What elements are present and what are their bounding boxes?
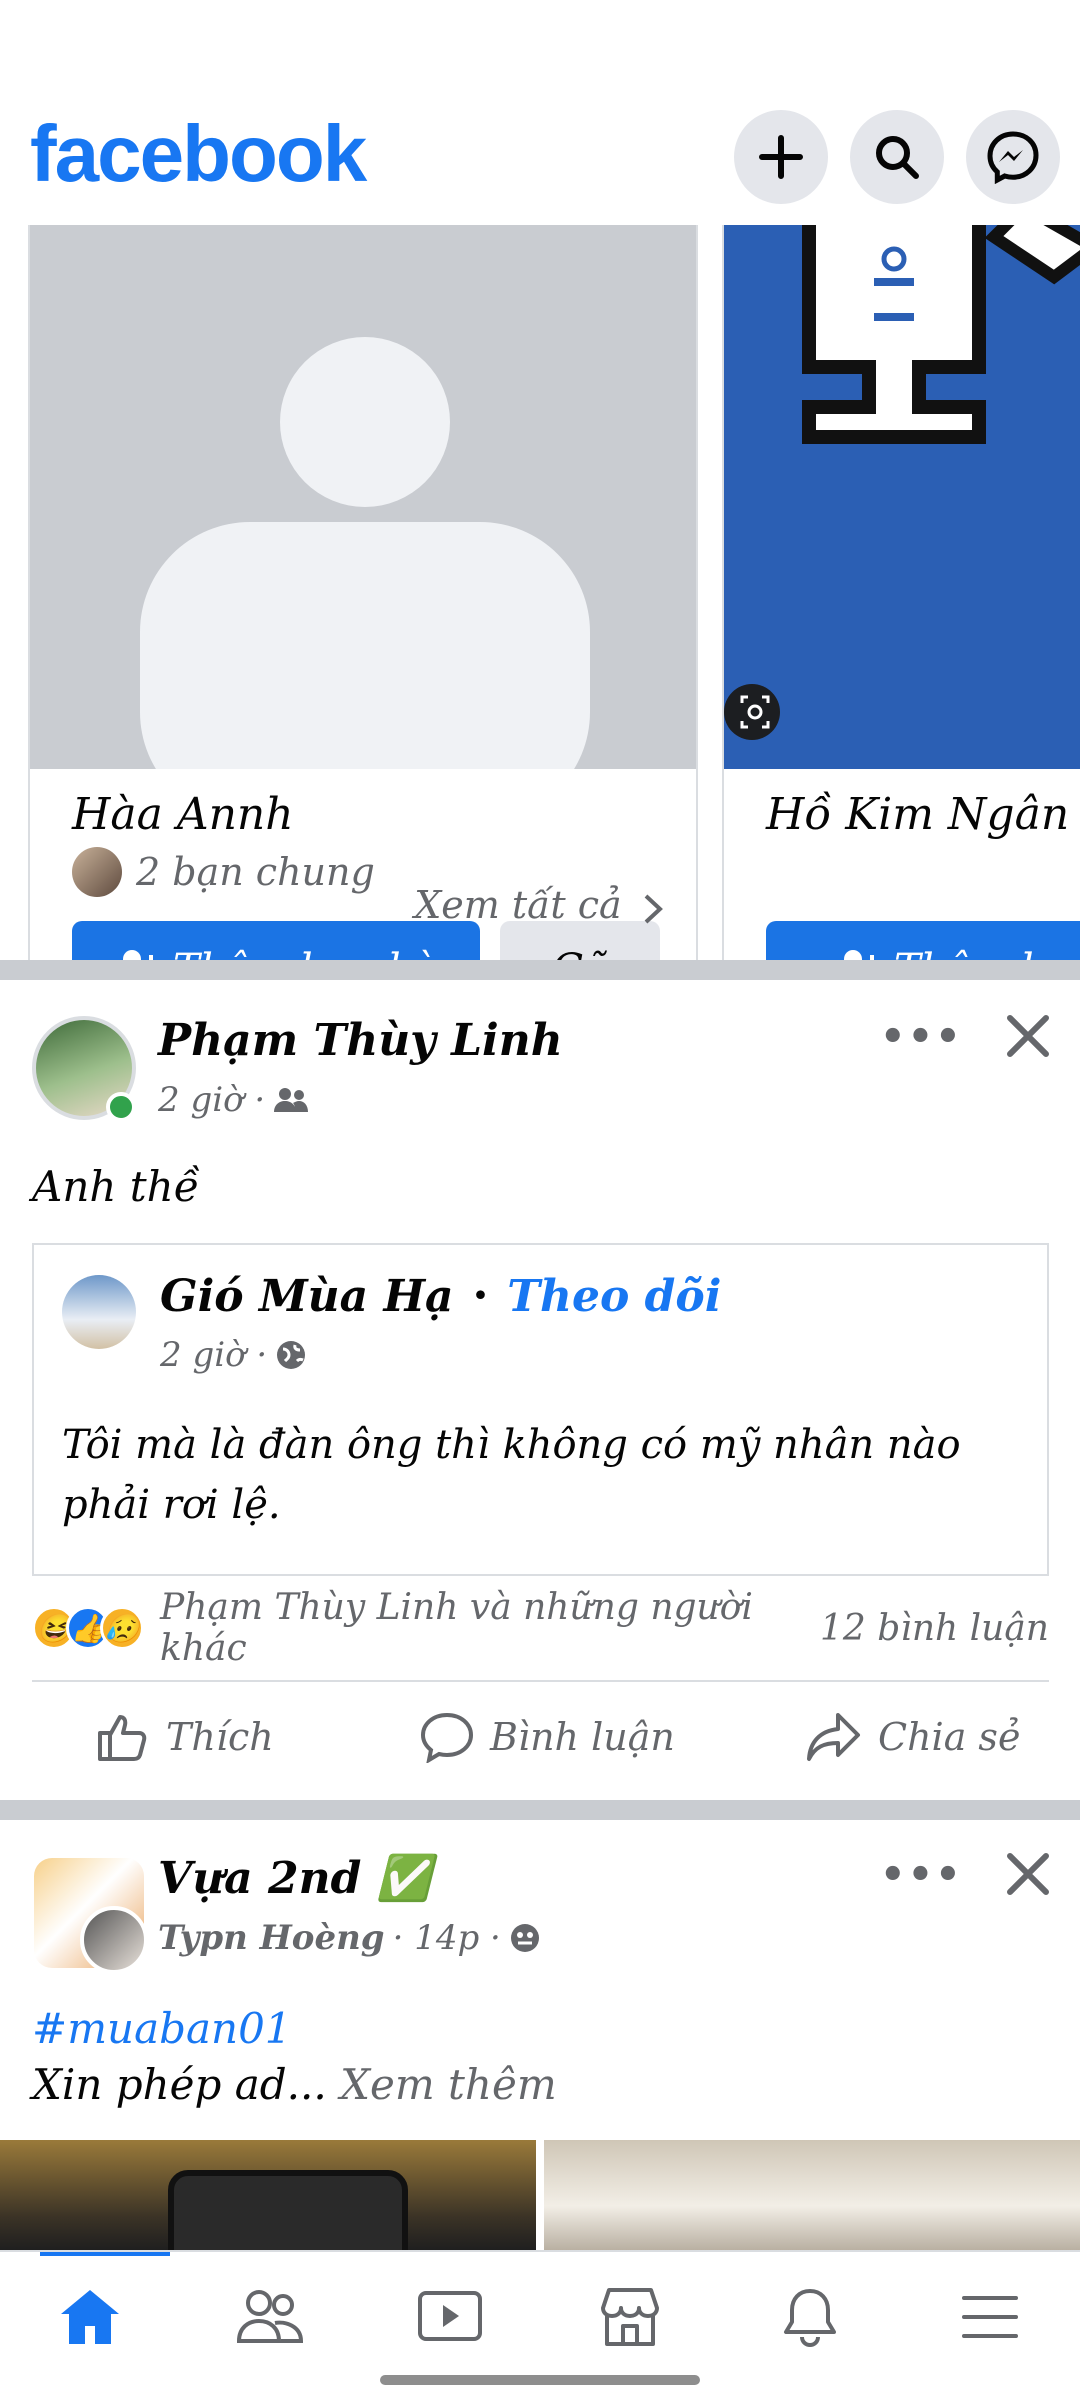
nav-home[interactable] xyxy=(45,2272,135,2362)
online-status-dot xyxy=(106,1092,136,1122)
see-more-link[interactable]: Xem thêm xyxy=(340,2060,557,2109)
messenger-icon xyxy=(987,131,1039,184)
share-button[interactable]: Chia sẻ xyxy=(806,1702,1020,1772)
member-avatar[interactable] xyxy=(80,1906,148,1974)
video-icon xyxy=(418,2291,482,2341)
active-tab-indicator xyxy=(40,2252,170,2256)
bell-icon xyxy=(784,2289,836,2347)
search-icon xyxy=(876,136,919,179)
comment-count[interactable]: 12 bình luận xyxy=(820,1608,1049,1649)
more-options-icon[interactable]: ••• xyxy=(880,1852,963,1898)
page-name[interactable]: Vựa 2nd xyxy=(158,1853,361,1904)
facebook-logo[interactable]: facebook xyxy=(30,108,367,200)
comment-icon xyxy=(420,1712,474,1763)
suggestion-name[interactable]: Hồ Kim Ngân xyxy=(766,789,1069,840)
home-indicator xyxy=(380,2375,700,2385)
nav-notifications[interactable] xyxy=(765,2272,855,2362)
member-name[interactable]: Typn Hoèng xyxy=(158,1918,385,1958)
menu-icon xyxy=(962,2296,1018,2338)
marketplace-icon xyxy=(601,2288,659,2346)
post-image[interactable] xyxy=(0,2140,536,2290)
more-options-icon[interactable]: ••• xyxy=(880,1014,963,1060)
reactors-text: Phạm Thùy Linh và những người khác xyxy=(160,1587,753,1669)
top-header: facebook xyxy=(0,0,1080,225)
shared-author-avatar[interactable] xyxy=(62,1275,136,1349)
plus-icon xyxy=(759,135,803,179)
section-separator xyxy=(0,1800,1080,1820)
friends-icon xyxy=(236,2290,304,2343)
profile-photo[interactable] xyxy=(724,225,1080,769)
reactions-summary[interactable]: 😆 👍 😥 Phạm Thùy Linh và những người khác… xyxy=(32,1587,1049,1669)
profile-placeholder[interactable] xyxy=(30,225,696,822)
close-icon[interactable] xyxy=(998,1844,1058,1904)
divider xyxy=(32,1680,1049,1682)
close-icon[interactable] xyxy=(998,1006,1058,1066)
nav-marketplace[interactable] xyxy=(585,2272,675,2362)
like-icon xyxy=(98,1715,147,1761)
search-button[interactable] xyxy=(850,110,944,204)
comment-button[interactable]: Bình luận xyxy=(420,1702,675,1772)
suggestion-name[interactable]: Hàa Annh xyxy=(72,789,294,840)
add-friend-icon xyxy=(844,950,879,960)
profile-photo-art xyxy=(724,225,1080,740)
post-meta: Typn Hoèng · 14p · xyxy=(158,1918,541,1958)
post-image[interactable] xyxy=(544,2140,1080,2250)
default-avatar-icon xyxy=(140,337,590,822)
add-friend-icon xyxy=(123,950,159,960)
verified-icon: ✅ xyxy=(376,1853,432,1904)
sad-reaction-icon: 😥 xyxy=(100,1606,144,1650)
post-text: Anh thề xyxy=(32,1162,200,1211)
like-button[interactable]: Thích xyxy=(96,1702,274,1772)
shared-post-text: Tôi mà là đàn ông thì không có mỹ nhân n… xyxy=(62,1422,961,1528)
hashtag-link[interactable]: #muaban01 xyxy=(32,2004,292,2053)
shared-post-meta: 2 giờ · xyxy=(160,1335,307,1375)
people-you-may-know: Hàa Annh 2 bạn chung Thêm bạn bè Gỡ Hồ K xyxy=(0,225,1080,960)
messenger-button[interactable] xyxy=(966,110,1060,204)
nav-menu[interactable] xyxy=(945,2272,1035,2362)
group-audience-icon xyxy=(510,1924,539,1952)
globe-icon xyxy=(277,1341,306,1369)
suggestion-card[interactable]: Hàa Annh 2 bạn chung Thêm bạn bè Gỡ xyxy=(28,225,698,960)
nav-video[interactable] xyxy=(405,2272,495,2362)
create-button[interactable] xyxy=(734,110,828,204)
post-author-row: Vựa 2nd ✅ xyxy=(158,1852,431,1904)
nav-friends[interactable] xyxy=(225,2272,315,2362)
shared-author-row: Gió Mùa Hạ • Theo dõi xyxy=(160,1271,722,1322)
chevron-right-icon xyxy=(644,894,663,923)
follow-link[interactable]: Theo dõi xyxy=(507,1271,721,1322)
see-all-link[interactable]: Xem tất cả xyxy=(0,883,1080,927)
home-icon xyxy=(61,2290,119,2344)
section-separator xyxy=(0,960,1080,980)
post-text: Xin phép ad... Xem thêm xyxy=(32,2060,557,2109)
shared-author-name[interactable]: Gió Mùa Hạ xyxy=(160,1271,454,1322)
post-author-name[interactable]: Phạm Thùy Linh xyxy=(158,1015,563,1066)
shared-post[interactable]: Gió Mùa Hạ • Theo dõi 2 giờ · Tôi mà là … xyxy=(32,1243,1049,1576)
post-meta: 2 giờ · xyxy=(158,1080,309,1120)
dot-separator: • xyxy=(471,1279,490,1314)
friends-audience-icon xyxy=(274,1088,309,1112)
suggestion-card[interactable]: Hồ Kim Ngân Thêm bạn xyxy=(722,225,1080,960)
reaction-icons: 😆 👍 😥 xyxy=(32,1606,144,1650)
share-icon xyxy=(807,1713,860,1761)
